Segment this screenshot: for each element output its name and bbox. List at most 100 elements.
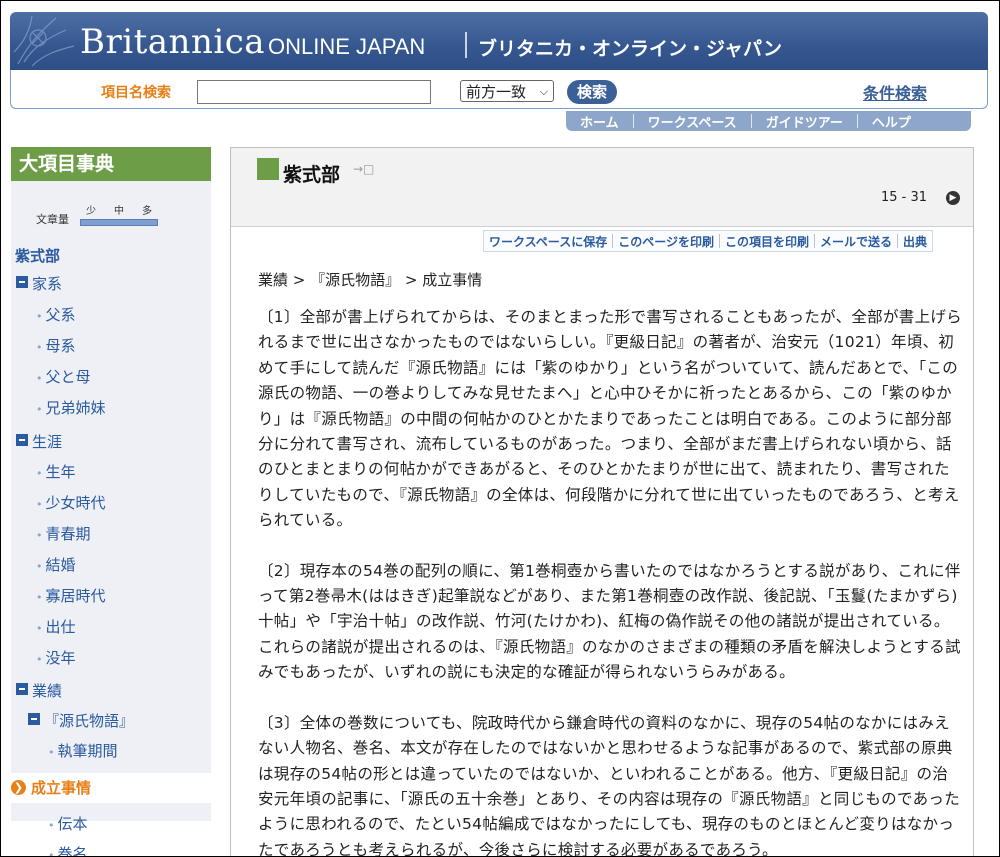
toc-item-label: 生年 [45,463,76,481]
toc-section-shogai[interactable]: 生涯 [16,431,62,452]
bullet-icon: • [48,819,55,832]
toc-section-label: 家系 [32,275,63,293]
search-bar: 項目名検索 前方一致 ⌵ 検索 条件検索 [10,70,988,109]
toc-item-label: 兄弟姉妹 [45,399,106,417]
brand-logo[interactable]: Britannica [80,22,265,62]
article-panel: 紫式部 →□ 15 - 31 ▶ ワークスペースに保存 このページを印刷 この項… [230,147,974,857]
source-link[interactable]: 出典 [898,233,932,250]
nav-help[interactable]: ヘルプ [858,112,925,131]
nav-workspace[interactable]: ワークスペース [634,112,751,131]
bullet-icon: • [48,849,55,857]
text-length-label: 文章量 [36,213,69,226]
text-length-bar [80,219,158,226]
sidebar: 大項目事典 文章量 少 中 多 紫式部 家系 • 父系 • 母系 • 父と母 • 兄弟姉… [1,147,229,857]
brand-subtitle: ONLINE JAPAN [268,34,426,59]
toc-subsection-label: 『源氏物語』 [44,712,135,730]
text-length-mark: 中 [114,206,124,217]
article-paragraph: 〔3〕全体の巻数についても、院政時代から鎌倉時代の資料のなかに、現存の54帖のな… [258,713,961,857]
nav-guide-tour[interactable]: ガイドツアー [752,112,857,131]
text-length-meter: 少 中 多 [80,202,158,226]
toc-item-label: 寡居時代 [45,587,106,605]
nav-home[interactable]: ホーム [566,112,633,131]
article-title: 紫式部 [283,164,341,186]
toc-item-label: 没年 [45,649,76,667]
chevron-down-icon: ⌵ [539,85,548,98]
toc-item[interactable]: • 父と母 [36,366,91,387]
toc-item[interactable]: • 青春期 [36,523,91,544]
toc-item-label: 伝本 [57,815,88,833]
bullet-icon: • [36,403,43,416]
document-link-icon[interactable]: →□ [353,162,374,176]
toc-item[interactable]: • 伝本 [48,813,88,834]
search-button[interactable]: 検索 [567,80,617,104]
article-header: 紫式部 →□ 15 - 31 ▶ [231,148,973,227]
title-marker [257,158,279,180]
search-input[interactable] [197,80,431,104]
bullet-icon: • [36,622,43,635]
toc-item[interactable]: • 寡居時代 [36,585,106,606]
article-body: 〔1〕全部が書上げられてからは、そのまとまった形で書写されることもあったが、全部… [258,305,962,857]
match-mode-select[interactable]: 前方一致 ⌵ [460,80,554,102]
toc-item-label: 出仕 [45,618,76,636]
bullet-icon: • [36,467,43,480]
collapse-icon [16,276,28,288]
toc-section-gyoseki[interactable]: 業績 [16,680,62,701]
bullet-icon: • [36,310,43,323]
current-arrow-icon: ❯ [11,780,26,795]
toc-section-label: 業績 [32,682,63,700]
bullet-icon: • [36,498,43,511]
thistle-logo-icon [13,15,75,67]
advanced-search-link[interactable]: 条件検索 [863,80,927,104]
brand-divider [465,32,467,58]
search-label: 項目名検索 [101,85,171,101]
toc-item[interactable]: • 出仕 [36,616,76,637]
next-page-icon[interactable]: ▶ [946,191,960,205]
article-toolbar: ワークスペースに保存 このページを印刷 この項目を印刷 メールで送る 出典 [483,230,934,252]
match-mode-value: 前方一致 [466,83,527,101]
text-length-mark: 多 [142,206,152,217]
toc-article[interactable]: 紫式部 [15,245,60,266]
toc-item[interactable]: • 少女時代 [36,492,106,513]
toc-item[interactable]: • 執筆期間 [48,740,118,761]
toc-section-label: 生涯 [32,433,63,451]
article-paragraph: 〔1〕全部が書上げられてからは、そのまとまった形で書写されることもあったが、全部… [258,308,962,530]
toc-current-item[interactable]: ❯ 成立事情 [1,773,229,803]
toc-item[interactable]: • 生年 [36,461,76,482]
print-page-link[interactable]: このページを印刷 [613,233,719,250]
sidebar-title: 大項目事典 [11,147,211,181]
bullet-icon: • [36,653,43,666]
toc-item[interactable]: • 結婚 [36,554,76,575]
article-paragraph: 〔2〕現存本の54巻の配列の順に、第1巻桐壺から書いたのではなかろうとする説があ… [258,561,961,682]
toc-section-kakei[interactable]: 家系 [16,273,62,294]
breadcrumb: 業績 > 『源氏物語』 > 成立事情 [258,271,483,289]
toc-item-label: 母系 [45,337,76,355]
toc-subsection-genji[interactable]: 『源氏物語』 [28,710,134,731]
collapse-icon [28,713,40,725]
toc-item[interactable]: • 巻名 [48,843,88,857]
page-range: 15 - 31 [881,190,928,205]
toc-item[interactable]: • 没年 [36,647,76,668]
toc-item[interactable]: • 父系 [36,304,76,325]
toc-item-label: 少女時代 [45,494,106,512]
toc-item-label: 父系 [45,306,76,324]
page-frame: Britannica ONLINE JAPAN ブリタニカ・オンライン・ジャパン… [0,0,1000,857]
bullet-icon: • [36,591,43,604]
toc-item[interactable]: • 母系 [36,335,76,356]
header-banner: Britannica ONLINE JAPAN ブリタニカ・オンライン・ジャパン [10,12,988,70]
toc-item[interactable]: • 兄弟姉妹 [36,397,106,418]
toc-item-label: 巻名 [57,845,88,857]
save-to-workspace-link[interactable]: ワークスペースに保存 [484,233,612,250]
collapse-icon [16,434,28,446]
bullet-icon: • [36,372,43,385]
toc-item-label: 青春期 [45,525,91,543]
top-nav: ホーム ワークスペース ガイドツアー ヘルプ [566,111,971,131]
toc-current-label: 成立事情 [31,779,92,797]
text-length-mark: 少 [86,206,96,217]
email-link[interactable]: メールで送る [815,233,897,250]
bullet-icon: • [36,341,43,354]
print-article-link[interactable]: この項目を印刷 [720,233,814,250]
toc-item-label: 執筆期間 [57,742,118,760]
toc-item-label: 結婚 [45,556,76,574]
bullet-icon: • [36,560,43,573]
bullet-icon: • [48,746,55,759]
